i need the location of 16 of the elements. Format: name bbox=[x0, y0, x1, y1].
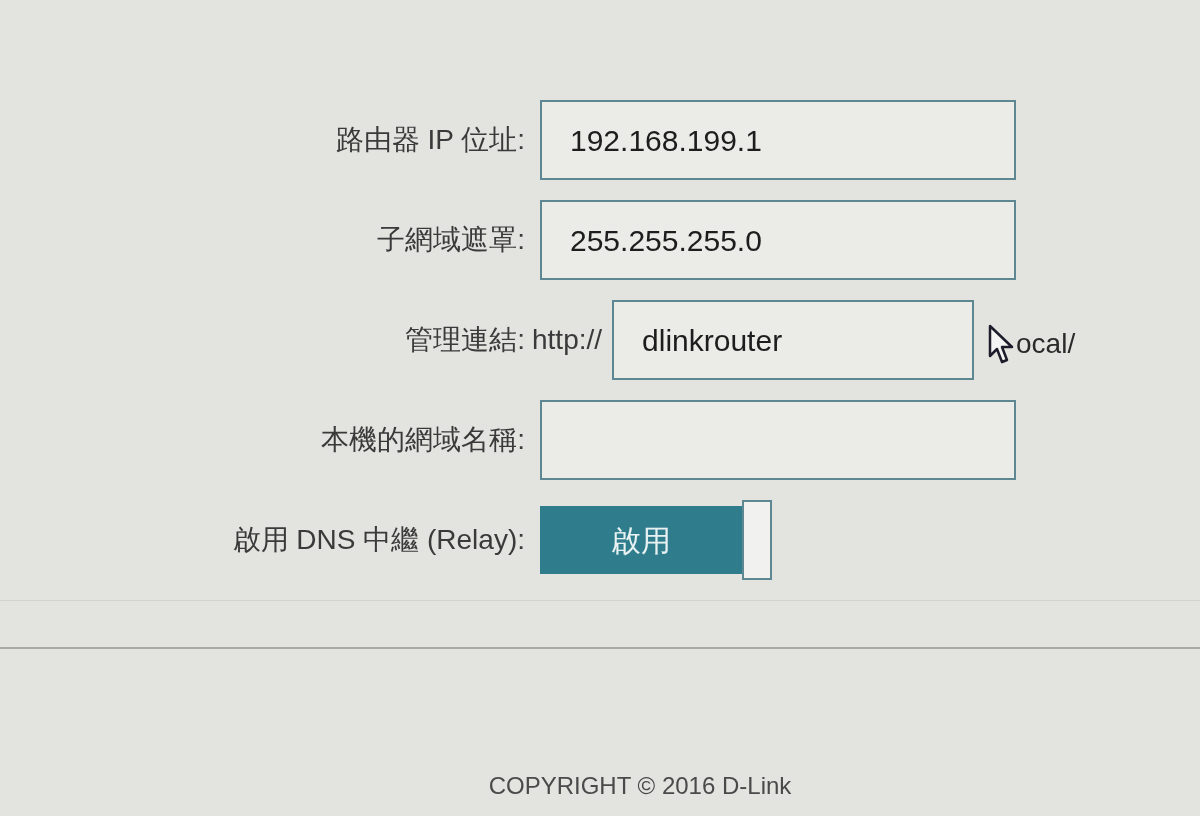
field-value: 192.168.199.1 bbox=[570, 122, 762, 159]
field-value: 255.255.255.0 bbox=[570, 222, 762, 259]
cursor-icon bbox=[988, 324, 1015, 364]
field-label: 子網域遮罩: bbox=[377, 223, 525, 257]
url-suffix: ocal/ bbox=[1016, 327, 1076, 361]
field-label: 啟用 DNS 中繼 (Relay): bbox=[232, 523, 525, 557]
copyright-text: COPYRIGHT © 2016 D-Link bbox=[488, 771, 792, 801]
input-field[interactable]: 255.255.255.0 bbox=[540, 200, 1016, 280]
input-field[interactable]: dlinkrouter bbox=[612, 300, 975, 380]
input-field[interactable]: 192.168.199.1 bbox=[540, 100, 1016, 180]
field-label: 本機的網域名稱: bbox=[321, 423, 525, 457]
input-field[interactable] bbox=[540, 400, 1016, 480]
url-prefix: http:// bbox=[532, 323, 603, 357]
field-label: 管理連結: bbox=[405, 323, 525, 357]
field-label: 路由器 IP 位址: bbox=[335, 123, 525, 157]
field-value: dlinkrouter bbox=[642, 322, 783, 359]
